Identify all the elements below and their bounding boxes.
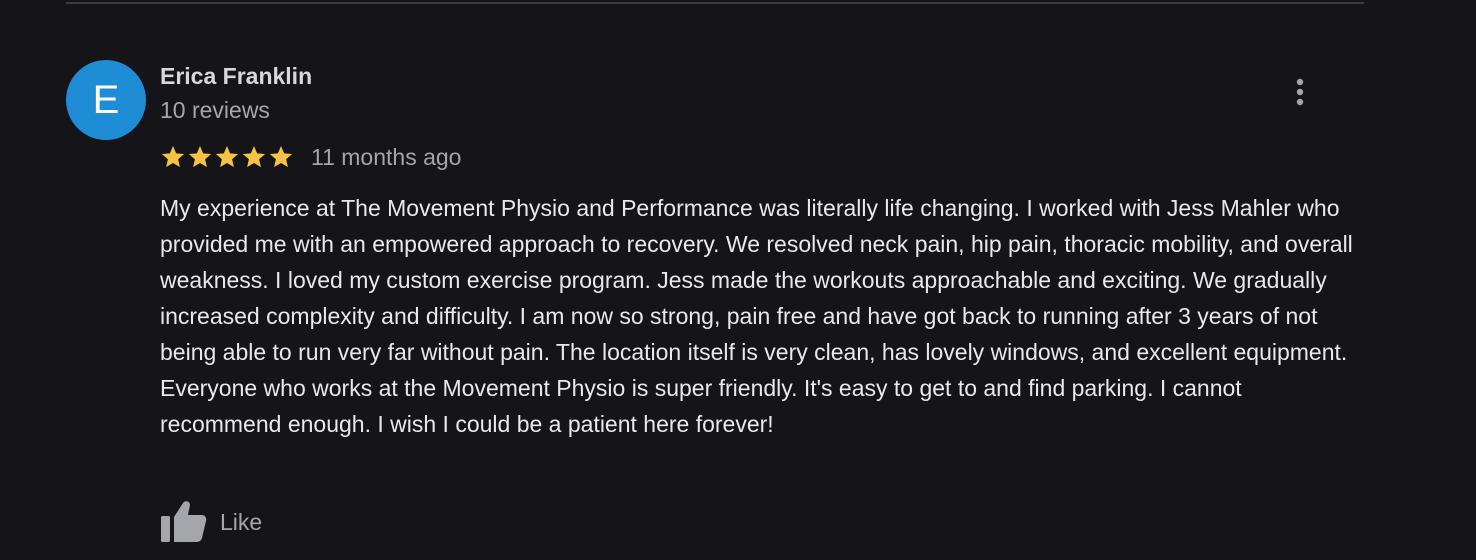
avatar[interactable]: E [66,60,146,140]
review-text: My experience at The Movement Physio and… [160,195,1353,437]
star-icon [188,145,212,168]
star-icon [242,145,266,168]
reviewer-review-count[interactable]: 10 reviews [160,96,270,124]
top-divider [66,2,1364,4]
rating-row: 11 months ago [160,141,461,173]
like-button[interactable]: Like [160,500,262,544]
star-rating [160,144,294,170]
star-icon [161,145,185,168]
thumbs-up-icon [161,501,207,542]
review-time: 11 months ago [311,144,462,170]
star-icon [215,145,239,168]
review-card: E Erica Franklin 10 reviews 11 months ag… [0,0,1476,560]
star-icon [269,145,293,168]
more-options-button[interactable] [1282,74,1318,110]
reviewer-name[interactable]: Erica Franklin [160,62,312,90]
more-vertical-icon [1296,78,1304,106]
avatar-letter: E [92,78,120,122]
like-label: Like [220,509,263,535]
